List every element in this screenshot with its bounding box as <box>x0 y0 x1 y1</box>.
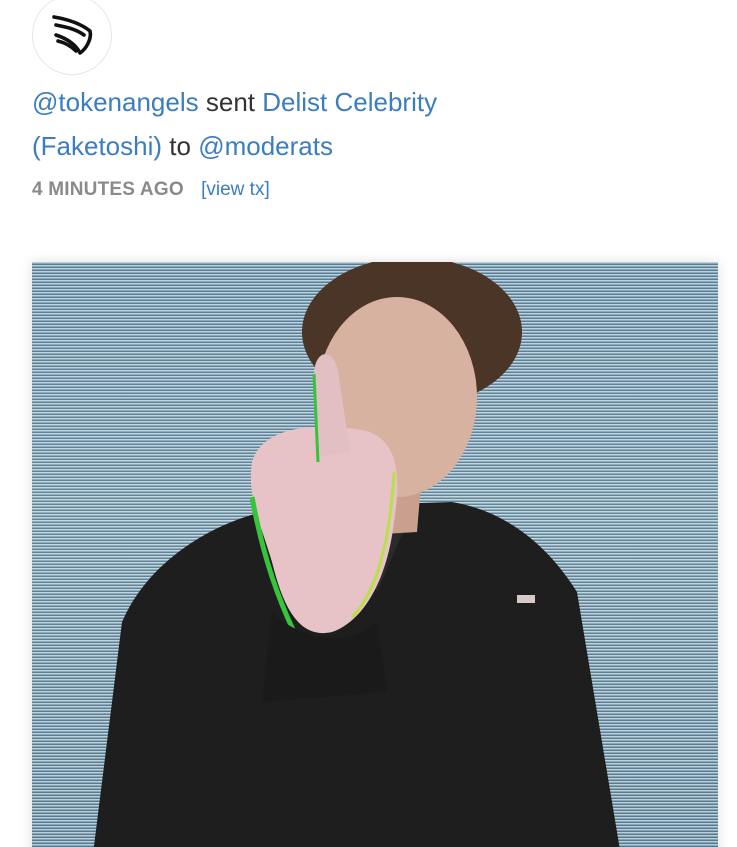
activity-feed-item: @tokenangels sent Delist Celebrity (Fake… <box>0 0 737 847</box>
nft-gif-image <box>93 262 620 847</box>
sender-avatar[interactable] <box>32 0 112 75</box>
nft-title-link-line1[interactable]: Delist Celebrity <box>262 87 437 117</box>
activity-description: @tokenangels sent Delist Celebrity (Fake… <box>32 80 692 168</box>
timestamp: 4 MINUTES AGO <box>32 179 184 200</box>
connector-text: to <box>169 131 191 161</box>
recipient-link[interactable]: @moderats <box>198 131 333 161</box>
activity-meta: 4 MINUTES AGO [view tx] <box>32 176 270 204</box>
view-tx-link[interactable]: [view tx] <box>201 179 270 200</box>
sender-link[interactable]: @tokenangels <box>32 87 199 117</box>
nft-media-card[interactable] <box>32 262 718 847</box>
action-text: sent <box>205 87 256 117</box>
winged-logo-icon <box>52 15 93 55</box>
nft-title-link-line2[interactable]: (Faketoshi) <box>32 131 162 161</box>
